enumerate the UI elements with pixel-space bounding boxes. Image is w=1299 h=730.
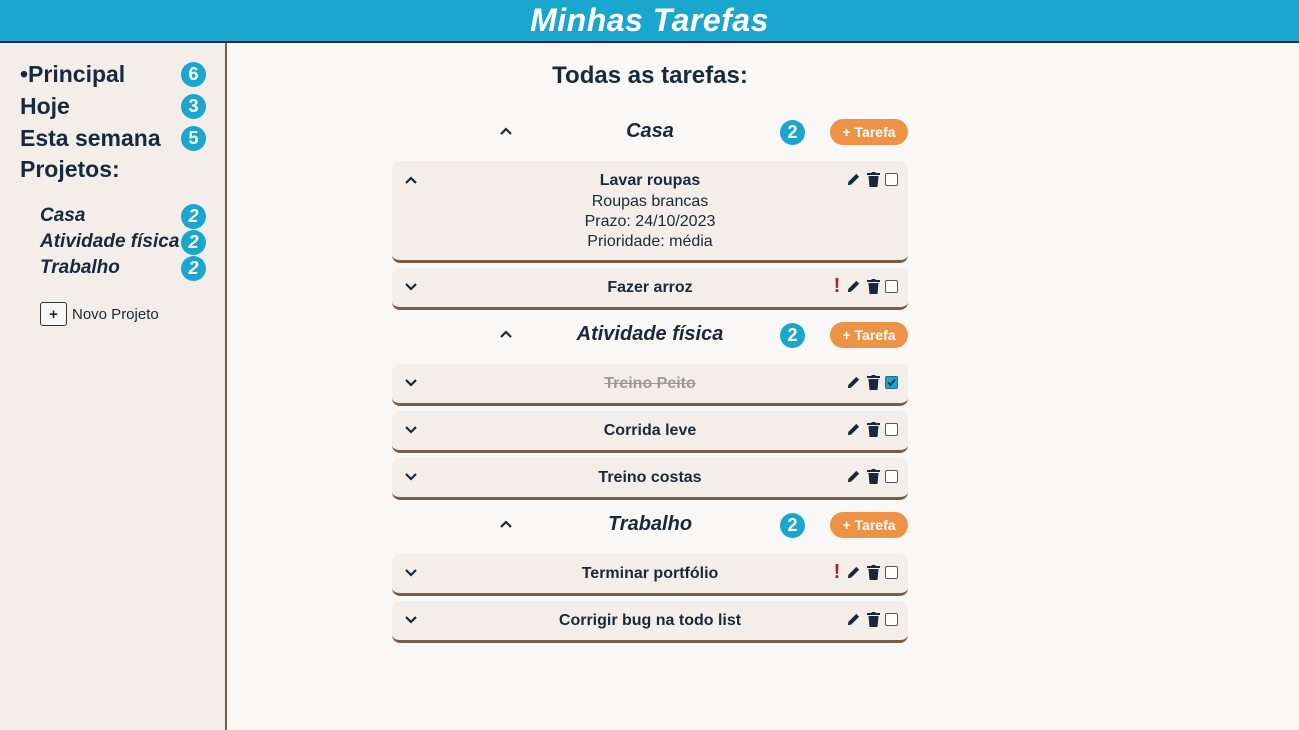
project-group-header-casa: Casa 2 + Tarefa [392,118,908,148]
task-actions: ! [833,274,898,297]
project-name: Atividade física [576,323,724,345]
task-due-date: Prazo: 24/10/2023 [584,213,716,230]
task-name: Corrigir bug na todo list [558,612,742,629]
trash-icon[interactable] [865,278,881,294]
chevron-down-icon[interactable] [402,468,420,486]
sidebar-project-casa[interactable]: Casa 2 [40,203,206,229]
exclamation-icon: ! [833,274,841,297]
sidebar-item-esta-semana[interactable]: Esta semana 5 [20,123,206,153]
count-badge: 2 [780,323,805,348]
count-badge: 2 [181,229,206,255]
chevron-up-icon[interactable] [402,171,420,189]
trash-icon[interactable] [865,421,881,437]
task-card: Treino costas [392,458,908,500]
task-complete-checkbox[interactable] [885,172,898,186]
task-actions [845,468,898,484]
task-name: Treino Peito [604,375,696,392]
project-name: Casa [626,120,674,142]
project-group-header-atividade-fisica: Atividade física 2 + Tarefa [392,321,908,351]
task-actions [845,421,898,437]
task-name: Corrida leve [603,422,697,439]
trash-icon[interactable] [865,171,881,187]
chevron-down-icon[interactable] [402,564,420,582]
task-complete-checkbox[interactable] [885,469,898,483]
project-label: Atividade física [40,231,180,252]
pencil-icon[interactable] [845,611,861,627]
pencil-icon[interactable] [845,374,861,390]
page-title: Todas as tarefas: [552,62,748,89]
task-complete-checkbox[interactable] [885,422,898,436]
sidebar-project-trabalho[interactable]: Trabalho 2 [40,255,206,281]
task-actions [845,611,898,627]
project-label: Casa [40,205,86,226]
task-complete-checkbox[interactable] [885,565,898,579]
exclamation-icon: ! [833,560,841,583]
new-project-label: Novo Projeto [72,305,159,323]
task-description: Roupas brancas [591,193,709,210]
pencil-icon[interactable] [845,468,861,484]
task-priority: Prioridade: média [587,233,713,250]
trash-icon[interactable] [865,468,881,484]
sidebar-item-label: •Principal [20,60,126,87]
sidebar-item-label: Hoje [20,92,70,119]
check-icon [887,378,896,386]
sidebar-item-hoje[interactable]: Hoje 3 [20,91,206,121]
sidebar: •Principal 6 Hoje 3 Esta semana 5 Projet… [0,43,227,730]
chevron-down-icon[interactable] [402,611,420,629]
pencil-icon[interactable] [845,278,861,294]
project-name: Trabalho [607,513,693,535]
chevron-down-icon[interactable] [402,421,420,439]
chevron-down-icon[interactable] [402,278,420,296]
task-actions [845,374,898,390]
trash-icon[interactable] [865,611,881,627]
task-complete-checkbox[interactable] [885,612,898,626]
task-name: Fazer arroz [607,279,693,296]
trash-icon[interactable] [865,374,881,390]
count-badge: 2 [780,513,805,538]
count-badge: 2 [181,203,206,229]
task-card: Fazer arroz ! [392,268,908,310]
pencil-icon[interactable] [845,564,861,580]
count-badge: 2 [780,120,805,145]
app-title: Minhas Tarefas [530,2,769,38]
task-name: Lavar roupas [599,172,701,189]
task-actions [845,171,898,187]
add-task-button[interactable]: + Tarefa [830,322,908,348]
add-task-button[interactable]: + Tarefa [830,512,908,538]
count-badge: 5 [181,125,206,151]
pencil-icon[interactable] [845,421,861,437]
sidebar-item-label: Esta semana [20,124,161,151]
task-actions: ! [833,560,898,583]
new-project-button[interactable]: + Novo Projeto [40,302,159,326]
project-group-header-trabalho: Trabalho 2 + Tarefa [392,511,908,541]
sidebar-project-atividade-fisica[interactable]: Atividade física 2 [40,229,206,255]
sidebar-item-principal[interactable]: •Principal 6 [20,59,206,89]
count-badge: 2 [181,255,206,281]
projects-heading: Projetos: [20,156,120,182]
task-card: Corrida leve [392,411,908,453]
count-badge: 3 [181,93,206,119]
trash-icon[interactable] [865,564,881,580]
task-complete-checkbox[interactable] [885,375,898,389]
chevron-down-icon[interactable] [402,374,420,392]
task-details: Roupas brancas Prazo: 24/10/2023 Priorid… [452,192,848,252]
task-name: Terminar portfólio [581,565,719,582]
app-header: Minhas Tarefas [0,0,1299,43]
count-badge: 6 [181,61,206,87]
plus-icon[interactable]: + [40,302,67,326]
task-card: Corrigir bug na todo list [392,601,908,643]
task-name: Treino costas [598,469,702,486]
task-complete-checkbox[interactable] [885,279,898,293]
task-card: Lavar roupas Roupas brancas Prazo: 24/10… [392,161,908,263]
task-card: Treino Peito [392,364,908,406]
pencil-icon[interactable] [845,171,861,187]
task-card: Terminar portfólio ! [392,554,908,596]
add-task-button[interactable]: + Tarefa [830,119,908,145]
project-label: Trabalho [40,257,120,278]
